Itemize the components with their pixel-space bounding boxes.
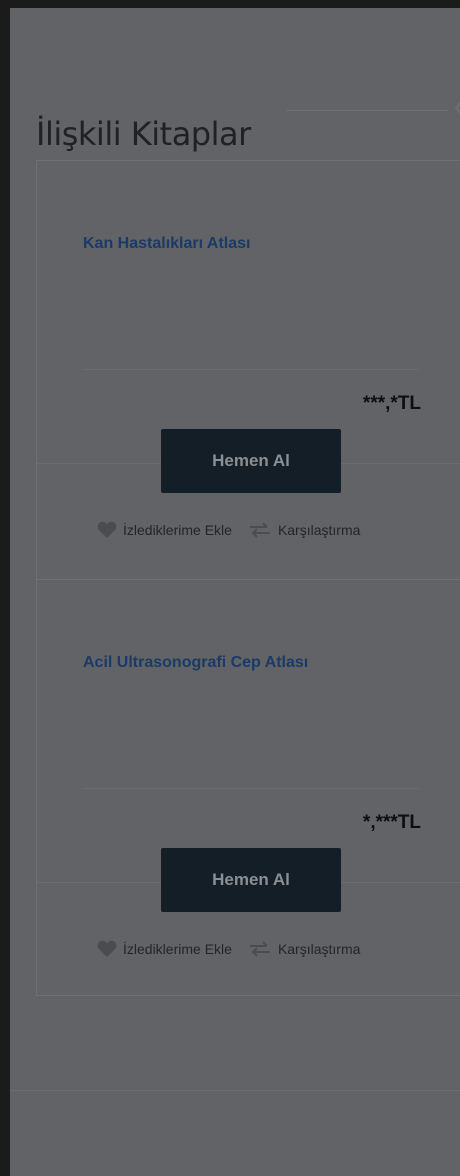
- card-actions: İzlediklerime Ekle Karşılaştırma: [97, 519, 360, 541]
- product-card: Kan Hastalıkları Atlası ***,*TL Hemen Al…: [37, 161, 460, 579]
- product-price: ***,*TL: [362, 393, 421, 414]
- product-card: Acil Ultrasonografi Cep Atlası *,***TL H…: [37, 579, 460, 998]
- swap-arrows-icon: [249, 522, 270, 538]
- swap-arrows-icon: [249, 941, 270, 957]
- header-divider: [286, 110, 448, 111]
- add-to-watchlist-link[interactable]: İzlediklerime Ekle: [97, 521, 232, 539]
- compare-label: Karşılaştırma: [277, 941, 361, 957]
- compare-label: Karşılaştırma: [277, 522, 361, 538]
- section-title: İlişkili Kitaplar: [36, 114, 251, 153]
- heart-icon: [97, 940, 117, 957]
- card-actions: İzlediklerime Ekle Karşılaştırma: [97, 938, 360, 960]
- watch-label: İzlediklerime Ekle: [123, 522, 232, 538]
- add-to-watchlist-link[interactable]: İzlediklerime Ekle: [97, 940, 232, 958]
- product-title-link[interactable]: Kan Hastalıkları Atlası: [83, 235, 250, 253]
- compare-link[interactable]: Karşılaştırma: [248, 522, 360, 538]
- product-price: *,***TL: [362, 812, 421, 833]
- footer-divider: [10, 1090, 460, 1091]
- heart-icon: [97, 521, 117, 538]
- price-divider: [83, 788, 419, 789]
- buy-now-button[interactable]: Hemen Al: [161, 848, 341, 912]
- product-title-link[interactable]: Acil Ultrasonografi Cep Atlası: [83, 654, 308, 672]
- watch-label: İzlediklerime Ekle: [123, 941, 232, 957]
- price-divider: [83, 369, 419, 370]
- related-books-panel: İlişkili Kitaplar ‹ Kan Hastalıkları Atl…: [10, 8, 460, 1176]
- section-header: İlişkili Kitaplar ‹: [36, 88, 460, 153]
- buy-now-button[interactable]: Hemen Al: [161, 429, 341, 493]
- chevron-left-icon[interactable]: ‹: [454, 92, 460, 120]
- compare-link[interactable]: Karşılaştırma: [248, 941, 360, 957]
- product-list: Kan Hastalıkları Atlası ***,*TL Hemen Al…: [36, 160, 460, 996]
